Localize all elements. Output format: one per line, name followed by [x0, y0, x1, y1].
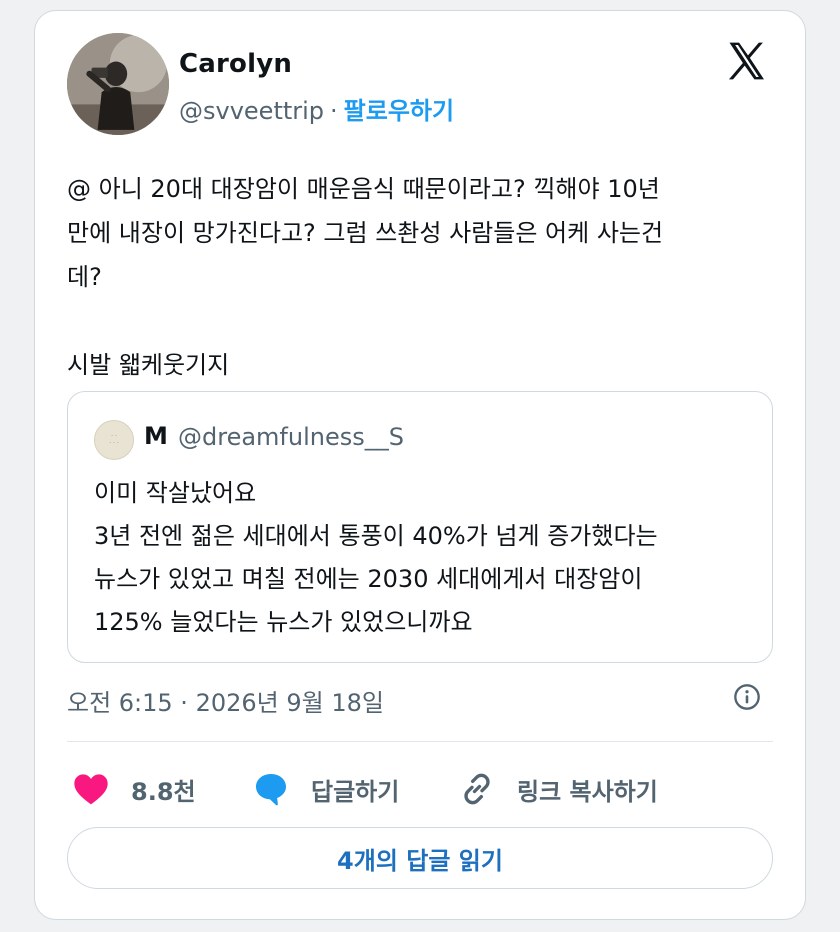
quote-line: 이미 작살났어요: [94, 479, 257, 507]
copy-link-button[interactable]: 링크 복사하기: [457, 759, 658, 819]
author-name[interactable]: Carolyn: [179, 49, 292, 79]
author-meta: @svveettrip · 팔로우하기: [179, 91, 454, 126]
divider: [67, 741, 773, 742]
copy-link-label: 링크 복사하기: [517, 777, 658, 806]
x-logo-icon[interactable]: [723, 39, 769, 83]
tweet-line: 만에 내장이 망가진다고? 그럼 쓰촨성 사람들은 어케 사는건: [67, 219, 664, 247]
read-replies-button[interactable]: 4개의 답글 읽기: [67, 827, 773, 889]
quote-line: 125% 늘었다는 뉴스가 있었으니까요: [94, 608, 473, 636]
avatar[interactable]: [67, 33, 169, 135]
profile-photo: [67, 33, 169, 135]
separator-dot: ·: [330, 97, 338, 125]
tweet-card: Carolyn @svveettrip · 팔로우하기 @ 아니 20대 대장암이 …: [34, 10, 806, 920]
reply-label: 답글하기: [311, 777, 400, 806]
action-bar: 8.8천 답글하기 링크 복사하기: [67, 759, 773, 819]
quote-author-name: M: [144, 422, 168, 450]
info-icon[interactable]: [733, 683, 761, 711]
tweet-body: @ 아니 20대 대장암이 매운음식 때문이라고? 끽해야 10년 만에 내장이…: [67, 167, 779, 387]
like-button[interactable]: 8.8천: [71, 759, 196, 819]
speech-bubble-icon: [251, 769, 291, 809]
like-count: 8.8천: [131, 777, 196, 806]
quoted-tweet[interactable]: · · · · · M @dreamfulness__S 이미 작살났어요 3년 …: [67, 391, 773, 663]
tweet-line: 데?: [67, 263, 102, 291]
quote-body: 이미 작살났어요 3년 전엔 젊은 세대에서 통풍이 40%가 넘게 증가했다는…: [94, 472, 754, 644]
timestamp[interactable]: 오전 6:15 · 2026년 9월 18일: [67, 683, 384, 718]
follow-button[interactable]: 팔로우하기: [344, 97, 454, 125]
heart-icon: [71, 769, 111, 809]
quote-line: 3년 전엔 젊은 세대에서 통풍이 40%가 넘게 증가했다는: [94, 522, 658, 550]
tweet-line: @ 아니 20대 대장암이 매운음식 때문이라고? 끽해야 10년: [67, 175, 660, 203]
quote-avatar: · · · · ·: [94, 420, 134, 460]
tweet-line: 시발 왧케웃기지: [67, 351, 230, 379]
reply-button[interactable]: 답글하기: [251, 759, 399, 819]
quote-line: 뉴스가 있었고 며칠 전에는 2030 세대에게서 대장암이: [94, 565, 643, 593]
author-handle[interactable]: @svveettrip: [179, 97, 324, 125]
link-icon: [457, 769, 497, 809]
quote-author-handle: @dreamfulness__S: [178, 423, 404, 451]
